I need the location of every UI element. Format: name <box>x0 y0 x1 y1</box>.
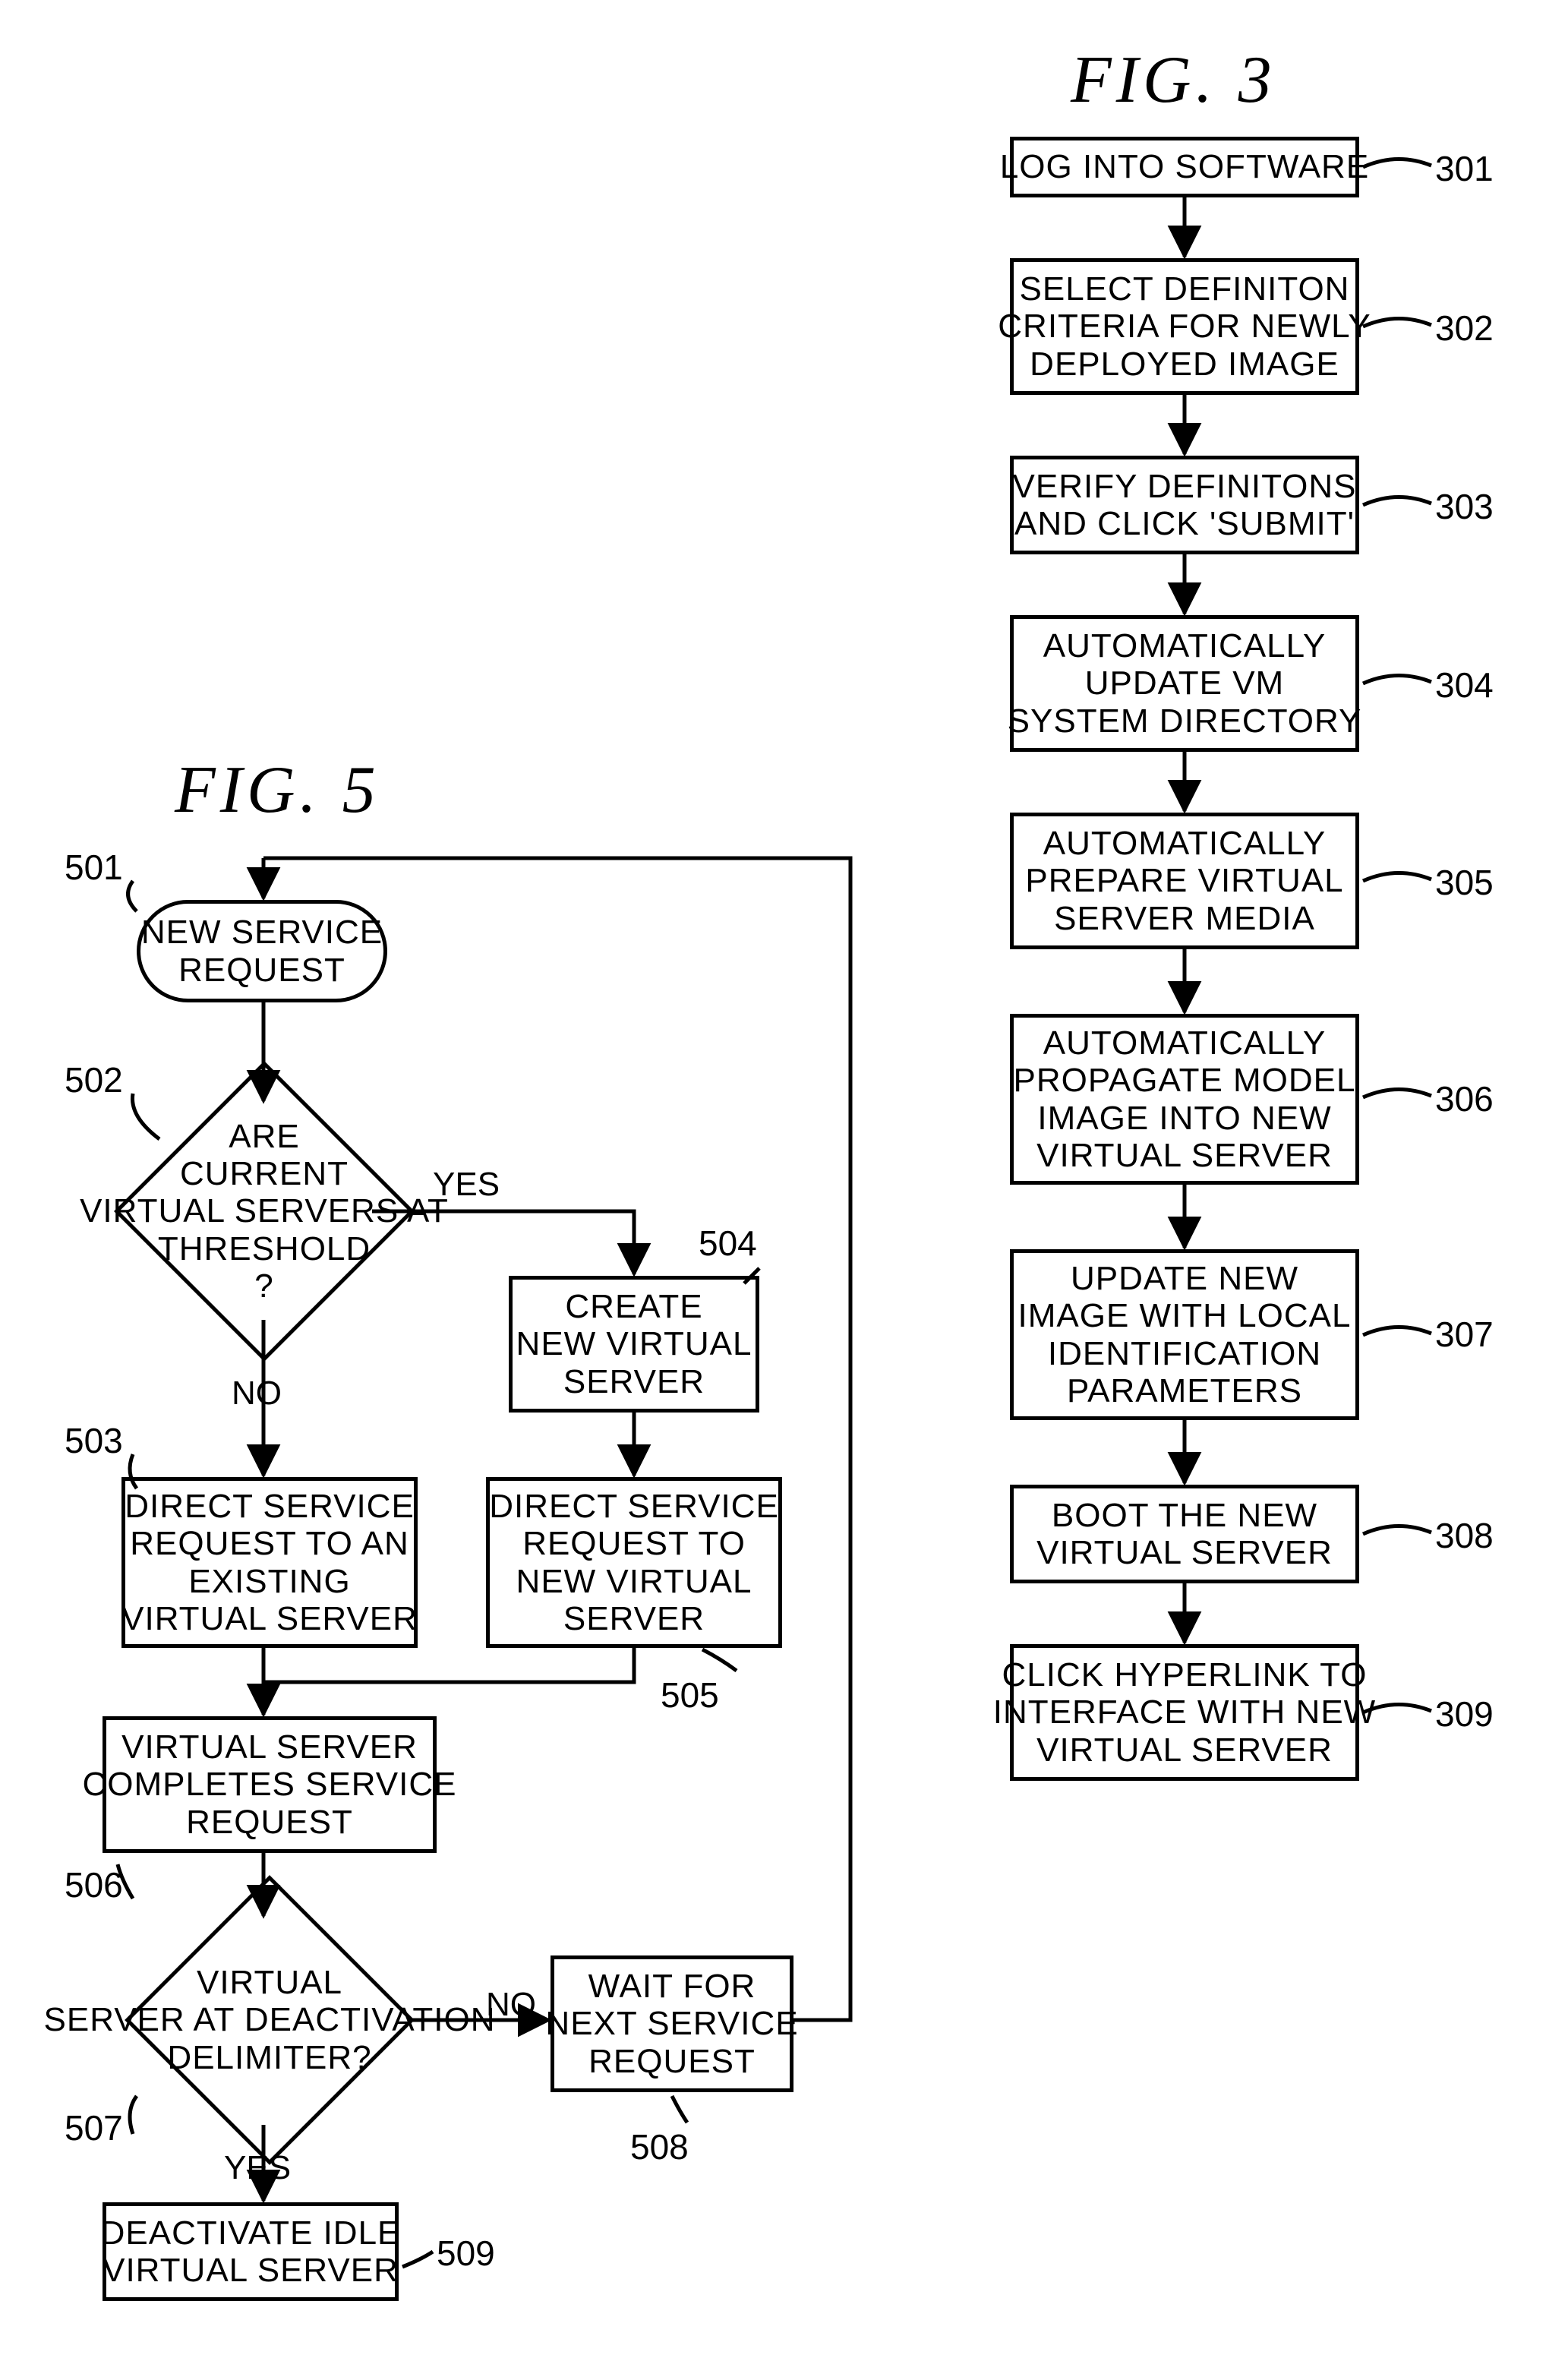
fig5-ref-508: 508 <box>630 2126 689 2167</box>
fig5-ref-503: 503 <box>65 1420 123 1461</box>
fig5-node-506: VIRTUAL SERVER COMPLETES SERVICE REQUEST <box>103 1716 437 1853</box>
fig5-ref-502: 502 <box>65 1059 123 1100</box>
fig3-ref-307: 307 <box>1435 1314 1494 1355</box>
fig5-title: FIG. 5 <box>175 752 380 829</box>
fig5-node-509: DEACTIVATE IDLE VIRTUAL SERVER <box>103 2202 399 2301</box>
fig5-label-yes-502: YES <box>433 1166 500 1204</box>
fig3-ref-305: 305 <box>1435 862 1494 903</box>
fig3-step-305: AUTOMATICALLY PREPARE VIRTUAL SERVER MED… <box>1010 813 1359 949</box>
fig3-ref-301: 301 <box>1435 148 1494 189</box>
fig3-ref-303: 303 <box>1435 486 1494 527</box>
fig5-ref-507: 507 <box>65 2107 123 2148</box>
fig5-ref-505: 505 <box>661 1675 719 1716</box>
fig5-node-505: DIRECT SERVICE REQUEST TO NEW VIRTUAL SE… <box>486 1477 782 1648</box>
fig3-step-307: UPDATE NEW IMAGE WITH LOCAL IDENTIFICATI… <box>1010 1249 1359 1420</box>
fig5-label-no-502: NO <box>232 1375 282 1413</box>
fig5-node-503: DIRECT SERVICE REQUEST TO AN EXISTING VI… <box>121 1477 418 1648</box>
fig3-ref-304: 304 <box>1435 664 1494 705</box>
fig3-step-302: SELECT DEFINITON CRITERIA FOR NEWLY DEPL… <box>1010 258 1359 395</box>
fig3-ref-308: 308 <box>1435 1515 1494 1556</box>
fig3-step-309: CLICK HYPERLINK TO INTERFACE WITH NEW VI… <box>1010 1644 1359 1781</box>
fig5-ref-506: 506 <box>65 1864 123 1905</box>
fig3-step-301: LOG INTO SOFTWARE <box>1010 137 1359 197</box>
fig3-ref-309: 309 <box>1435 1693 1494 1734</box>
fig5-ref-504: 504 <box>699 1223 757 1264</box>
fig3-ref-302: 302 <box>1435 308 1494 349</box>
fig3-ref-306: 306 <box>1435 1078 1494 1119</box>
fig5-ref-501: 501 <box>65 847 123 888</box>
fig3-step-304: AUTOMATICALLY UPDATE VM SYSTEM DIRECTORY <box>1010 615 1359 752</box>
page: FIG. 3 LOG INTO SOFTWARE SELECT DEFINITO… <box>0 0 1568 2380</box>
fig5-node-502: ARE CURRENT VIRTUAL SERVERS AT THRESHOLD… <box>112 1059 416 1363</box>
fig5-label-yes-507: YES <box>224 2149 291 2187</box>
fig5-label-no-507: NO <box>486 1986 536 2024</box>
fig5-node-504: CREATE NEW VIRTUAL SERVER <box>509 1276 759 1413</box>
fig5-node-507: VIRTUAL SERVER AT DEACTIVATION DELIMITER… <box>68 1895 471 2145</box>
fig5-ref-509: 509 <box>437 2233 495 2274</box>
fig3-title: FIG. 3 <box>1071 42 1276 118</box>
fig5-node-508: WAIT FOR NEXT SERVICE REQUEST <box>551 1955 793 2092</box>
fig5-node-501: NEW SERVICE REQUEST <box>137 900 387 1002</box>
fig3-step-303: VERIFY DEFINITONS AND CLICK 'SUBMIT' <box>1010 456 1359 554</box>
fig3-step-308: BOOT THE NEW VIRTUAL SERVER <box>1010 1485 1359 1583</box>
fig3-step-306: AUTOMATICALLY PROPAGATE MODEL IMAGE INTO… <box>1010 1014 1359 1185</box>
